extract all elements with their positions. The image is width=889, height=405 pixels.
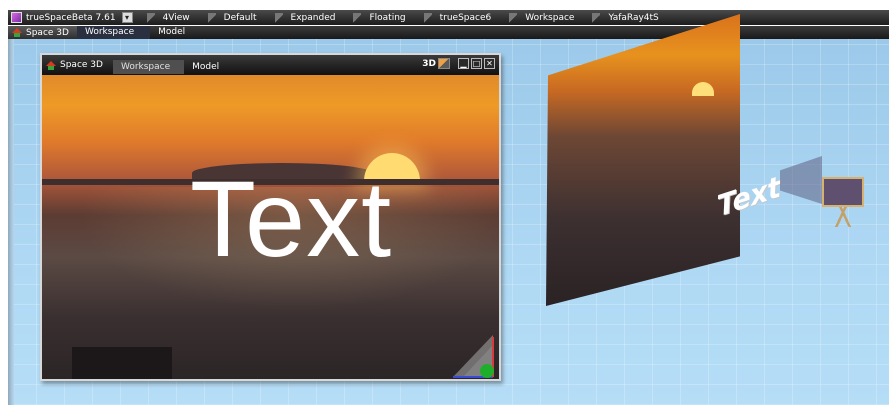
space-3d-icon [46,60,56,70]
layout-dropdown-button[interactable]: ▾ [121,12,133,23]
tab-workspace[interactable]: Workspace [76,26,151,39]
view-tab-workspace[interactable]: Workspace [112,60,185,74]
close-button[interactable]: ✕ [484,58,495,69]
space-3d-label: Space 3D [26,27,69,38]
tab-model[interactable]: Model [150,26,201,39]
view-mode-label[interactable]: 3D [422,59,436,69]
axis-gizmo-icon[interactable] [449,333,495,379]
layout-tab-4view[interactable]: 4View [143,12,204,25]
layout-tab-workspace[interactable]: Workspace [505,12,588,25]
view-window-title-label: Space 3D [60,60,103,70]
text-object-label[interactable]: Text [190,165,490,273]
layout-tab-expanded[interactable]: Expanded [271,12,350,25]
view-window-titlebar[interactable]: Space 3D Workspace Model 3D ▁ □ ✕ [42,55,499,75]
workspace-left-ruler [8,39,14,405]
view-mode-icon[interactable] [438,58,450,69]
app-title: trueSpaceBeta 7.61 [26,12,116,23]
layout-tab-default[interactable]: Default [204,12,271,25]
floating-3d-view-window[interactable]: Space 3D Workspace Model 3D ▁ □ ✕ Text [40,53,501,381]
view-tab-model[interactable]: Model [184,60,233,74]
layout-bar: trueSpaceBeta 7.61 ▾ 4View Default Expan… [8,10,889,25]
space-3d-tab[interactable]: Space 3D [8,26,77,39]
layout-tab-truespace6[interactable]: trueSpace6 [420,12,506,25]
view-window-render[interactable]: Text [42,75,499,379]
space-tab-bar: Space 3D Workspace Model [8,26,889,39]
dark-pier [72,347,172,379]
camera-tripod [830,207,856,227]
camera-object-icon[interactable] [822,177,864,207]
layout-tab-floating[interactable]: Floating [349,12,419,25]
view-window-title: Space 3D [42,60,113,70]
maximize-button[interactable]: □ [471,58,482,69]
space-3d-icon [12,28,22,37]
minimize-button[interactable]: ▁ [458,58,469,69]
layout-tab-yafaray4ts[interactable]: YafaRay4tS [588,12,672,25]
view-window-controls: 3D ▁ □ ✕ [422,58,495,69]
app-logo-icon [11,12,22,23]
